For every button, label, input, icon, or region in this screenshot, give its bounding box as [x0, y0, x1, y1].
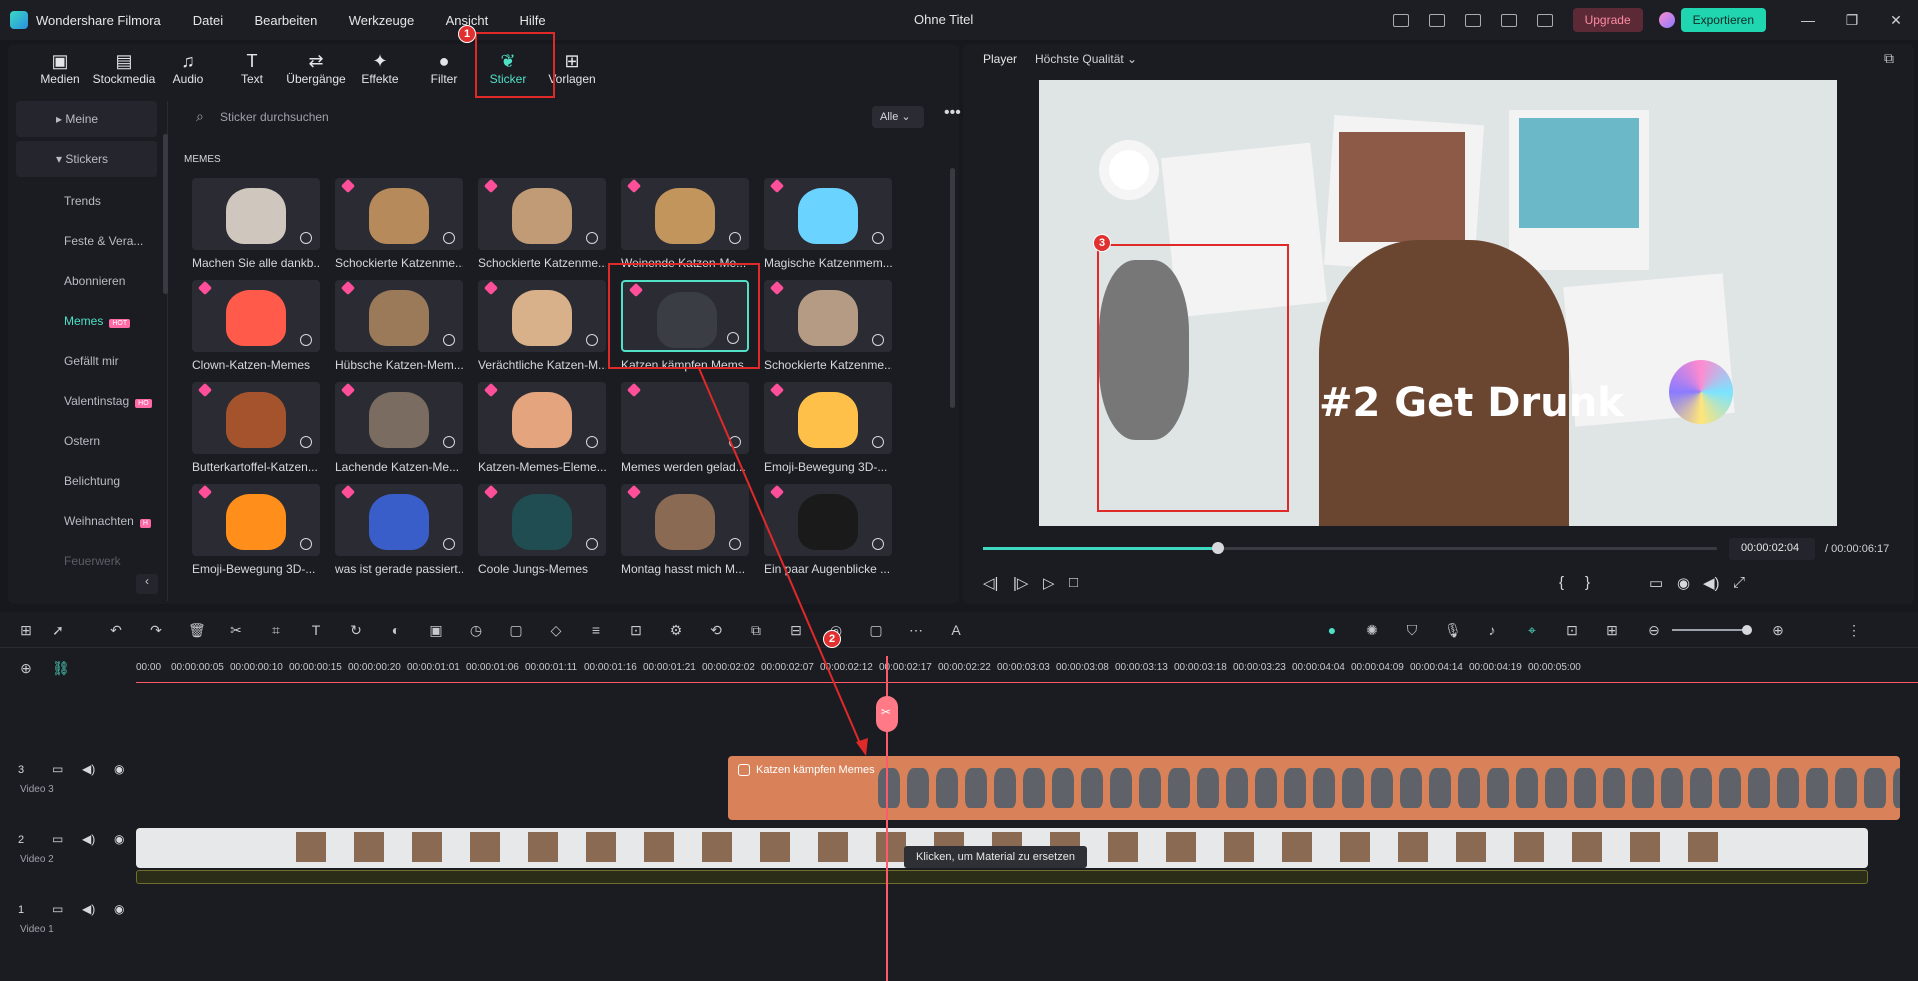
callout-arrow: [697, 365, 868, 756]
callout-arrow-line: [697, 365, 863, 749]
